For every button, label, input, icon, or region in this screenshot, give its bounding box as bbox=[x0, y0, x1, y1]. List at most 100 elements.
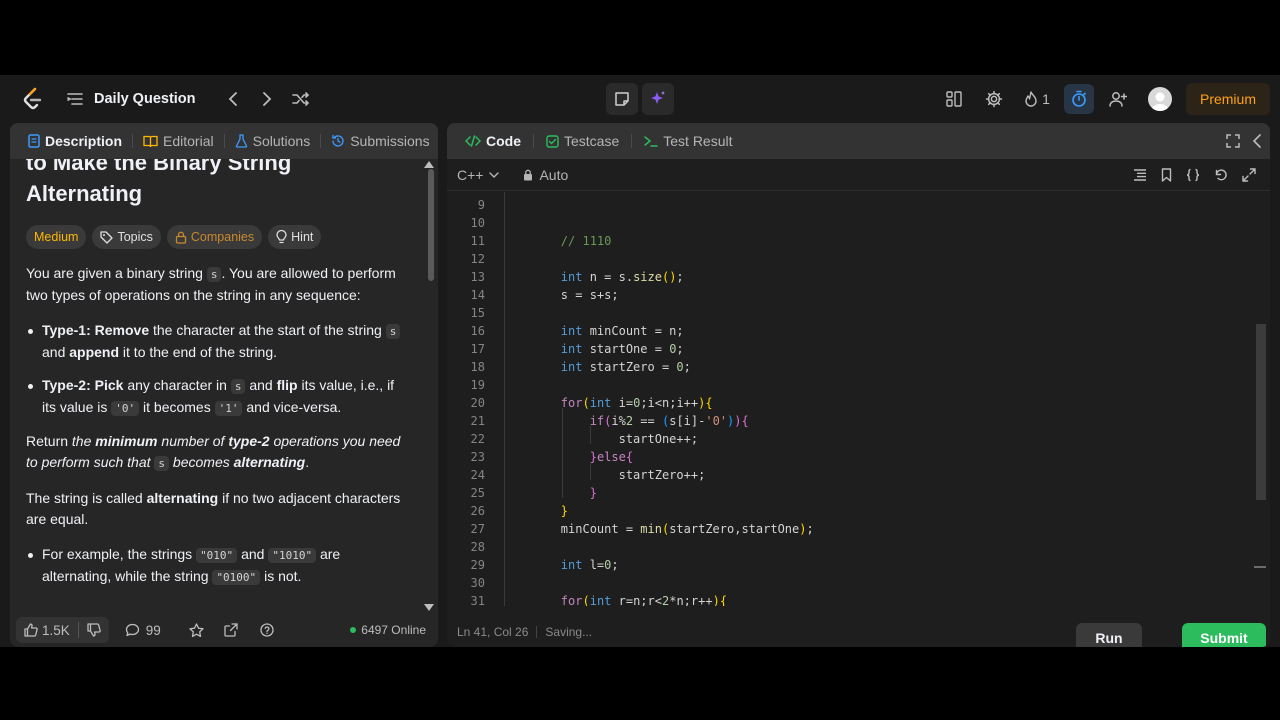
companies-tag[interactable]: Companies bbox=[166, 225, 263, 249]
next-question-button[interactable] bbox=[250, 82, 284, 116]
line-number: 16 bbox=[470, 324, 485, 338]
code-line: 14 s = s+s; bbox=[447, 286, 1247, 304]
line-number: 9 bbox=[477, 198, 485, 212]
tab-solutions[interactable]: Solutions bbox=[229, 133, 317, 149]
add-user-icon bbox=[1109, 92, 1127, 107]
problem-list-nav: Daily Question bbox=[66, 75, 318, 123]
text: and bbox=[237, 546, 269, 562]
list-item: For example, the strings "010" and "1010… bbox=[26, 544, 408, 588]
like-button[interactable]: 1.5K bbox=[16, 623, 78, 638]
dislike-button[interactable] bbox=[79, 623, 109, 637]
history-icon bbox=[332, 134, 344, 147]
line-number: 22 bbox=[470, 432, 485, 446]
streak-counter[interactable]: 1 bbox=[1014, 91, 1060, 107]
format-lines-icon[interactable] bbox=[1133, 169, 1147, 181]
language-label: C++ bbox=[457, 166, 484, 183]
tab-editorial[interactable]: Editorial bbox=[137, 133, 220, 149]
bookmark-icon[interactable] bbox=[1161, 168, 1172, 182]
italic-text: the bbox=[71, 433, 96, 449]
tab-test-result[interactable]: Test Result bbox=[636, 133, 740, 149]
notes-button[interactable] bbox=[606, 83, 638, 115]
code-text: startZero++; bbox=[503, 468, 706, 482]
code-text: } bbox=[589, 486, 597, 500]
star-icon bbox=[189, 622, 204, 637]
flask-icon bbox=[235, 134, 247, 148]
online-count: 6497 Online bbox=[350, 623, 426, 637]
share-button[interactable] bbox=[224, 623, 238, 637]
tab-submissions[interactable]: Submissions bbox=[325, 133, 435, 149]
timer-button[interactable] bbox=[1063, 84, 1094, 114]
italic-text: number of bbox=[157, 433, 229, 449]
code-line: 9 bbox=[447, 196, 1247, 214]
code-line: 16 int minCount = n; bbox=[447, 322, 1247, 340]
favorite-button[interactable] bbox=[189, 622, 204, 638]
expand-icon[interactable] bbox=[1242, 168, 1256, 182]
operations-list: Type-1: Remove the character at the star… bbox=[26, 320, 408, 419]
shuffle-button[interactable] bbox=[284, 82, 318, 116]
text: Return bbox=[26, 433, 72, 449]
comments-button[interactable]: 99 bbox=[125, 623, 161, 638]
text: any character in bbox=[123, 377, 231, 393]
language-select[interactable]: C++ bbox=[457, 166, 500, 183]
code-text: for(int r=n;r<2*n;r++){ bbox=[560, 594, 728, 606]
tab-description[interactable]: Description bbox=[22, 133, 128, 149]
difficulty-badge: Medium bbox=[26, 225, 87, 249]
submit-button[interactable]: Submit bbox=[1182, 623, 1266, 647]
tag-label: Hint bbox=[291, 230, 314, 244]
code-line: 28 bbox=[447, 538, 1247, 556]
prev-question-button[interactable] bbox=[216, 82, 250, 116]
line-number: 25 bbox=[470, 486, 485, 500]
collapse-chevron-icon[interactable] bbox=[1252, 134, 1262, 148]
tab-label: Solutions bbox=[252, 133, 311, 149]
divider bbox=[132, 134, 134, 148]
italic-text: becomes bbox=[169, 454, 234, 470]
paragraph: You are given a binary string s. You are… bbox=[26, 263, 408, 306]
inline-code: "010" bbox=[196, 548, 238, 563]
description-scrollbar[interactable] bbox=[428, 169, 434, 281]
code-editor[interactable]: 9 10 11 // 1110 12 13 int n = s.size(); … bbox=[447, 192, 1270, 606]
code-line: 12 bbox=[447, 250, 1247, 268]
text: is not. bbox=[260, 568, 302, 584]
code-text: int l=0; bbox=[560, 558, 619, 572]
tab-testcase[interactable]: Testcase bbox=[538, 133, 627, 149]
tab-label: Testcase bbox=[564, 133, 620, 149]
leetcode-logo-icon[interactable] bbox=[22, 87, 44, 111]
problem-description: to Make the Binary String Alternating Me… bbox=[10, 159, 424, 609]
divider bbox=[631, 134, 633, 148]
avatar[interactable] bbox=[1147, 87, 1172, 111]
run-button[interactable]: Run bbox=[1076, 623, 1142, 647]
line-number: 21 bbox=[470, 414, 485, 428]
editor-scrollbar[interactable] bbox=[1256, 324, 1266, 500]
settings-button[interactable] bbox=[974, 82, 1014, 116]
maximize-icon[interactable] bbox=[1226, 134, 1240, 148]
scroll-down-arrow[interactable] bbox=[424, 604, 434, 611]
reset-icon[interactable] bbox=[1214, 168, 1228, 182]
inline-code: s bbox=[230, 379, 246, 394]
invite-user-button[interactable] bbox=[1098, 82, 1138, 116]
braces-icon[interactable] bbox=[1186, 168, 1200, 182]
layout-grid-icon bbox=[946, 91, 962, 107]
scroll-up-arrow[interactable] bbox=[424, 161, 434, 168]
layout-button[interactable] bbox=[934, 82, 974, 116]
premium-button[interactable]: Premium bbox=[1185, 83, 1270, 115]
auto-mode[interactable]: Auto bbox=[523, 167, 568, 183]
stopwatch-icon bbox=[1072, 90, 1086, 107]
tab-code[interactable]: Code bbox=[457, 133, 529, 149]
code-line: 13 int n = s.size(); bbox=[447, 268, 1247, 286]
tab-label: Editorial bbox=[163, 133, 214, 149]
list-icon[interactable] bbox=[66, 90, 84, 108]
text: it to the end of the string. bbox=[119, 344, 278, 360]
note-icon bbox=[615, 92, 629, 106]
gear-icon bbox=[985, 90, 1003, 108]
topics-tag[interactable]: Topics bbox=[92, 225, 161, 249]
hint-tag[interactable]: Hint bbox=[268, 225, 322, 249]
inline-code: s bbox=[154, 456, 170, 471]
example-list: For example, the strings "010" and "1010… bbox=[26, 544, 408, 588]
line-number: 27 bbox=[470, 522, 485, 536]
chevron-left-icon bbox=[228, 92, 237, 106]
help-button[interactable] bbox=[260, 623, 274, 637]
ai-assist-button[interactable] bbox=[642, 83, 674, 115]
daily-question-title[interactable]: Daily Question bbox=[94, 91, 196, 107]
divider bbox=[536, 626, 538, 638]
text: and bbox=[245, 377, 277, 393]
